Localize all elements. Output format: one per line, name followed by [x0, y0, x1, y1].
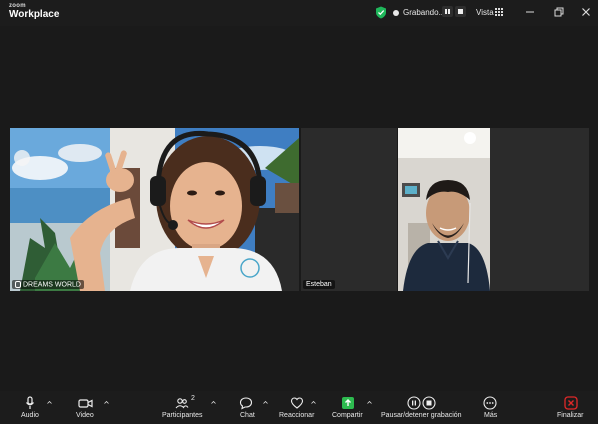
microphone-icon	[26, 396, 34, 409]
pause-recording-button[interactable]	[442, 6, 453, 17]
chat-bubble-icon	[239, 397, 253, 410]
pause-stop-recording-icon	[407, 396, 436, 410]
more-label: Más	[484, 412, 498, 419]
pause-stop-recording-button[interactable]: Pausar/detener grabación	[381, 391, 465, 424]
share-button[interactable]: Compartir	[330, 391, 366, 424]
video-button[interactable]: Video	[72, 391, 100, 424]
participants-button[interactable]: 2 Participantes	[160, 391, 206, 424]
title-bar: zoom Workplace Grabando... Vista	[0, 0, 598, 26]
react-options-chevron-icon[interactable]	[311, 401, 316, 404]
end-meeting-icon	[564, 396, 578, 410]
view-button-label[interactable]: Vista	[476, 8, 494, 17]
share-screen-icon	[342, 397, 354, 409]
chat-label: Chat	[240, 412, 255, 419]
react-label: Reaccionar	[279, 412, 315, 419]
recording-label: Grabando...	[403, 8, 446, 17]
restore-window-icon[interactable]	[552, 5, 566, 19]
participant-name: Esteban	[306, 281, 332, 288]
grid-view-icon[interactable]	[495, 8, 503, 16]
chat-button[interactable]: Chat	[234, 391, 258, 424]
pause-stop-recording-label: Pausar/detener grabación	[381, 412, 462, 419]
participant-name-tag: DREAMS WORLD	[12, 279, 84, 289]
reaction-heart-icon	[290, 397, 304, 409]
video-tile-dreams-world[interactable]: DREAMS WORLD	[10, 128, 299, 291]
participant-name-tag: Esteban	[303, 280, 335, 289]
video-label: Video	[76, 412, 94, 419]
participant-video-man	[398, 128, 589, 291]
chat-options-chevron-icon[interactable]	[263, 401, 268, 404]
audio-options-chevron-icon[interactable]	[47, 401, 52, 404]
recording-dot-icon	[393, 10, 399, 16]
participants-options-chevron-icon[interactable]	[211, 401, 216, 404]
share-options-chevron-icon[interactable]	[367, 401, 372, 404]
participant-video-woman	[10, 128, 299, 291]
video-camera-icon	[78, 399, 93, 408]
end-meeting-label: Finalizar	[557, 412, 584, 419]
participants-label: Participantes	[162, 412, 203, 419]
microphone-icon	[15, 280, 21, 288]
zoom-workplace-logo: zoom Workplace	[9, 3, 59, 20]
video-options-chevron-icon[interactable]	[104, 401, 109, 404]
share-label: Compartir	[332, 412, 363, 419]
react-button[interactable]: Reaccionar	[278, 391, 316, 424]
participant-name: DREAMS WORLD	[23, 281, 81, 288]
logo-bottom-text: Workplace	[9, 9, 60, 20]
more-button[interactable]: Más	[480, 391, 500, 424]
participants-icon	[175, 398, 189, 409]
participants-count: 2	[191, 395, 195, 402]
meeting-toolbar: Audio Video 2 Participantes Chat Reaccio…	[0, 391, 598, 424]
audio-button[interactable]: Audio	[17, 391, 43, 424]
stop-recording-button[interactable]	[455, 6, 466, 17]
audio-label: Audio	[21, 412, 39, 419]
end-meeting-button[interactable]: Finalizar	[555, 391, 587, 424]
close-icon[interactable]	[579, 5, 593, 19]
minimize-icon[interactable]	[523, 5, 537, 19]
more-options-icon	[483, 396, 497, 410]
shield-check-icon[interactable]	[375, 6, 387, 19]
video-tile-esteban-blank[interactable]: Esteban	[301, 128, 397, 291]
video-tile-esteban[interactable]	[398, 128, 589, 291]
